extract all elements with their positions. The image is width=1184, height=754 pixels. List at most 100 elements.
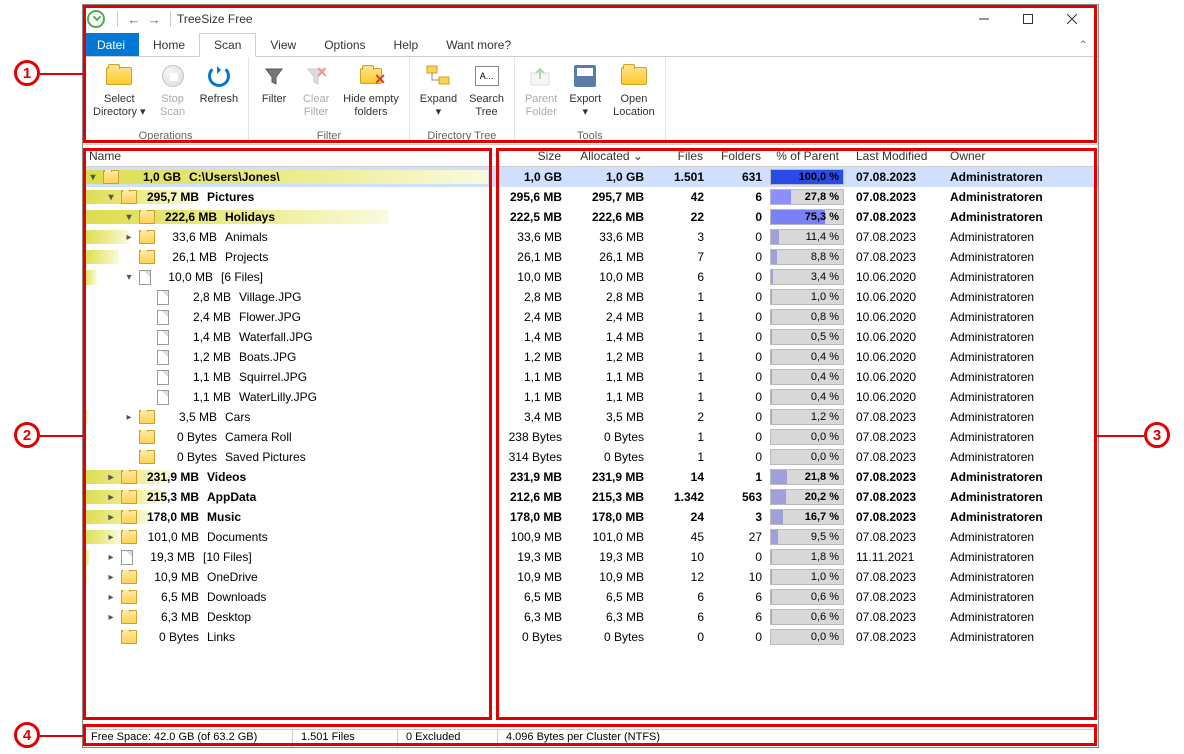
tree-row[interactable]: ▾ 10,0 MB [6 Files] 10,0 MB 10,0 MB 6 0 …: [83, 267, 1098, 287]
expand-chevron[interactable]: ▸: [123, 232, 135, 243]
row-size-label: 0 Bytes: [143, 630, 199, 644]
expand-chevron[interactable]: ▸: [123, 412, 135, 423]
menu-scan[interactable]: Scan: [199, 33, 256, 57]
col-owner[interactable]: Owner: [940, 147, 1080, 166]
menu-wantmore[interactable]: Want more?: [432, 33, 525, 56]
row-allocated: 1,4 MB: [568, 330, 650, 344]
expand-button[interactable]: Expand▾: [414, 59, 463, 121]
tree-row[interactable]: ▸ 6,3 MB Desktop 6,3 MB 6,3 MB 6 6 0,6 %…: [83, 607, 1098, 627]
row-size-label: 26,1 MB: [161, 250, 217, 264]
tree-row[interactable]: ▸ 231,9 MB Videos 231,9 MB 231,9 MB 14 1…: [83, 467, 1098, 487]
expand-chevron[interactable]: ▾: [123, 272, 135, 283]
expand-chevron[interactable]: ▸: [105, 472, 117, 483]
close-button[interactable]: [1050, 5, 1094, 33]
tree-row[interactable]: 2,8 MB Village.JPG 2,8 MB 2,8 MB 1 0 1,0…: [83, 287, 1098, 307]
expand-chevron[interactable]: ▸: [105, 512, 117, 523]
tree-row[interactable]: ▸ 10,9 MB OneDrive 10,9 MB 10,9 MB 12 10…: [83, 567, 1098, 587]
row-size-label: 0 Bytes: [161, 430, 217, 444]
menu-help[interactable]: Help: [380, 33, 433, 56]
row-owner: Administratoren: [940, 530, 1080, 544]
refresh-button[interactable]: Refresh: [194, 59, 245, 108]
tree-row[interactable]: ▸ 215,3 MB AppData 212,6 MB 215,3 MB 1.3…: [83, 487, 1098, 507]
col-allocated[interactable]: Allocated ⌄: [568, 147, 650, 166]
maximize-button[interactable]: [1006, 5, 1050, 33]
search-tree-button[interactable]: A...SearchTree: [463, 59, 510, 121]
col-folders[interactable]: Folders: [710, 147, 768, 166]
filter-button[interactable]: Filter: [253, 59, 295, 108]
tree-row[interactable]: 2,4 MB Flower.JPG 2,4 MB 2,4 MB 1 0 0,8 …: [83, 307, 1098, 327]
hide-empty-button[interactable]: ✕Hide emptyfolders: [337, 59, 405, 121]
clear-filter-button[interactable]: ClearFilter: [295, 59, 337, 121]
col-size[interactable]: Size: [488, 147, 568, 166]
tree-row[interactable]: ▾ 1,0 GB C:\Users\Jones\ 1,0 GB 1,0 GB 1…: [83, 167, 1098, 187]
parent-folder-button[interactable]: ParentFolder: [519, 59, 563, 121]
row-folders: 0: [710, 410, 768, 424]
expand-chevron[interactable]: ▸: [105, 592, 117, 603]
row-percent: 9,5 %: [768, 528, 846, 546]
folder-icon: [139, 430, 155, 444]
nav-forward-button[interactable]: →: [145, 10, 163, 28]
col-modified[interactable]: Last Modified: [846, 147, 940, 166]
expand-chevron[interactable]: ▾: [105, 192, 117, 203]
menu-home[interactable]: Home: [139, 33, 199, 56]
expand-chevron[interactable]: ▸: [105, 492, 117, 503]
select-directory-button[interactable]: SelectDirectory ▾: [87, 59, 152, 121]
expand-chevron[interactable]: ▸: [105, 532, 117, 543]
tree-row[interactable]: ▸ 178,0 MB Music 178,0 MB 178,0 MB 24 3 …: [83, 507, 1098, 527]
expand-chevron[interactable]: ▸: [105, 572, 117, 583]
minimize-button[interactable]: [962, 5, 1006, 33]
row-folders: 0: [710, 330, 768, 344]
tree-row[interactable]: 1,4 MB Waterfall.JPG 1,4 MB 1,4 MB 1 0 0…: [83, 327, 1098, 347]
row-folders: 27: [710, 530, 768, 544]
row-name: WaterLilly.JPG: [239, 390, 317, 404]
col-files[interactable]: Files: [650, 147, 710, 166]
row-size-label: 1,1 MB: [175, 370, 231, 384]
folder-icon: [121, 570, 137, 584]
row-owner: Administratoren: [940, 390, 1080, 404]
tree-row[interactable]: ▾ 222,6 MB Holidays 222,5 MB 222,6 MB 22…: [83, 207, 1098, 227]
row-size-label: 10,0 MB: [157, 270, 213, 284]
tree-row[interactable]: 1,1 MB Squirrel.JPG 1,1 MB 1,1 MB 1 0 0,…: [83, 367, 1098, 387]
expand-chevron[interactable]: ▾: [87, 172, 99, 183]
row-name: AppData: [207, 490, 256, 504]
nav-back-button[interactable]: ←: [125, 10, 143, 28]
tree-row[interactable]: 1,2 MB Boats.JPG 1,2 MB 1,2 MB 1 0 0,4 %…: [83, 347, 1098, 367]
expand-chevron[interactable]: ▾: [123, 212, 135, 223]
row-owner: Administratoren: [940, 450, 1080, 464]
tree-row[interactable]: ▸ 33,6 MB Animals 33,6 MB 33,6 MB 3 0 11…: [83, 227, 1098, 247]
menu-view[interactable]: View: [256, 33, 310, 56]
tree-row[interactable]: ▾ 295,7 MB Pictures 295,6 MB 295,7 MB 42…: [83, 187, 1098, 207]
row-size: 231,9 MB: [488, 470, 568, 484]
col-name[interactable]: Name: [83, 147, 488, 166]
row-modified: 07.08.2023: [846, 490, 940, 504]
expand-chevron[interactable]: ▸: [105, 612, 117, 623]
export-button[interactable]: Export▾: [563, 59, 607, 121]
expand-chevron[interactable]: ▸: [105, 552, 117, 563]
stop-scan-button[interactable]: StopScan: [152, 59, 194, 121]
tree-row[interactable]: 0 Bytes Links 0 Bytes 0 Bytes 0 0 0,0 % …: [83, 627, 1098, 647]
row-name: Documents: [207, 530, 268, 544]
row-allocated: 26,1 MB: [568, 250, 650, 264]
col-percent[interactable]: % of Parent ...: [768, 147, 846, 166]
row-name: Videos: [207, 470, 246, 484]
app-icon: [87, 10, 105, 28]
menu-options[interactable]: Options: [310, 33, 379, 56]
file-icon: [157, 370, 169, 385]
tree-row[interactable]: ▸ 101,0 MB Documents 100,9 MB 101,0 MB 4…: [83, 527, 1098, 547]
ribbon-collapse-button[interactable]: ⌃: [1068, 33, 1098, 56]
menu-file[interactable]: Datei: [83, 33, 139, 56]
open-location-button[interactable]: OpenLocation: [607, 59, 661, 121]
tree-row[interactable]: ▸ 6,5 MB Downloads 6,5 MB 6,5 MB 6 6 0,6…: [83, 587, 1098, 607]
tree-row[interactable]: 0 Bytes Saved Pictures 314 Bytes 0 Bytes…: [83, 447, 1098, 467]
tree-row[interactable]: 0 Bytes Camera Roll 238 Bytes 0 Bytes 1 …: [83, 427, 1098, 447]
row-percent: 0,0 %: [768, 428, 846, 446]
tree-row[interactable]: 26,1 MB Projects 26,1 MB 26,1 MB 7 0 8,8…: [83, 247, 1098, 267]
row-allocated: 0 Bytes: [568, 430, 650, 444]
row-owner: Administratoren: [940, 590, 1080, 604]
tree-row[interactable]: 1,1 MB WaterLilly.JPG 1,1 MB 1,1 MB 1 0 …: [83, 387, 1098, 407]
group-tools-label: Tools: [515, 130, 665, 144]
tree-row[interactable]: ▸ 3,5 MB Cars 3,4 MB 3,5 MB 2 0 1,2 % 07…: [83, 407, 1098, 427]
row-owner: Administratoren: [940, 230, 1080, 244]
row-files: 1: [650, 290, 710, 304]
tree-row[interactable]: ▸ 19,3 MB [10 Files] 19,3 MB 19,3 MB 10 …: [83, 547, 1098, 567]
